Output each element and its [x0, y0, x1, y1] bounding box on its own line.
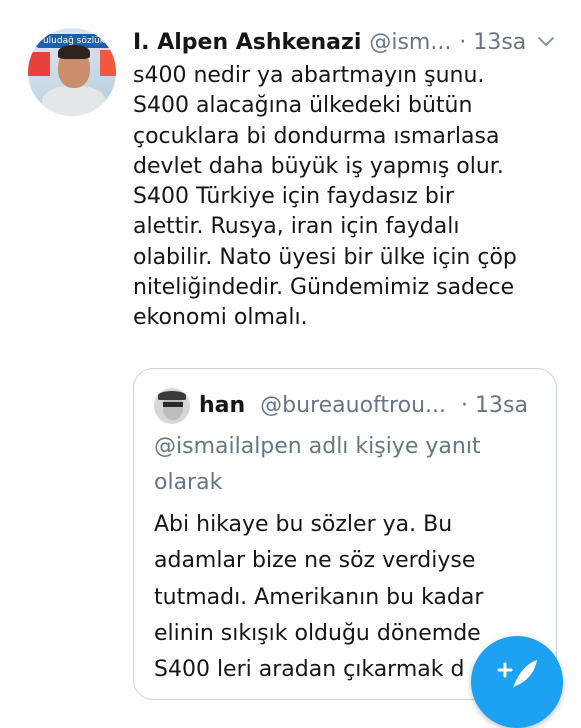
quoted-avatar-hat	[158, 391, 186, 400]
tweet-text-line: S400 Türkiye için faydasız bir	[133, 184, 454, 210]
avatar-shirt	[42, 86, 106, 116]
compose-tweet-icon	[497, 660, 537, 688]
quoted-avatar	[154, 388, 190, 424]
avatar[interactable]: uludağ sözlük	[28, 28, 116, 116]
author-name[interactable]: I. Alpen Ashkenazi	[133, 28, 361, 58]
quoted-tweet-time: · 13sa	[461, 393, 528, 418]
tweet-text-line: S400 alacağına ülkedeki bütün	[133, 93, 473, 119]
avatar-hair	[58, 45, 90, 59]
tweet-time[interactable]: · 13sa	[459, 28, 526, 58]
quoted-avatar-glasses	[163, 402, 183, 407]
tweet-text-line: olabilir. Nato üyesi bir ülke için çöp	[133, 244, 517, 270]
tweet-text-line: ekonomi olmalı.	[133, 305, 308, 331]
replying-to-line: olarak	[154, 470, 223, 495]
avatar-sign-right	[100, 50, 116, 76]
quoted-text-line: Abi hikaye bu sözler ya. Bu	[154, 512, 453, 537]
quoted-text-line: tutmadı. Amerikanın bu kadar	[154, 584, 484, 610]
author-handle[interactable]: @ism...	[369, 28, 451, 58]
tweet-text-line: alettir. Rusya, iran için faydalı	[133, 214, 460, 240]
compose-tweet-button[interactable]	[471, 636, 563, 728]
quoted-author-handle: @bureauoftrou...	[260, 393, 446, 418]
tweet-text: s400 nedir ya abartmayın şunu. S400 alac…	[133, 61, 563, 334]
quoted-text-line: adamlar bize ne söz verdiyse	[154, 548, 476, 574]
quoted-header: han @bureauoftrou... · 13sa	[199, 391, 528, 421]
tweet-text-line: s400 nedir ya abartmayın şunu.	[133, 63, 485, 88]
replying-to: @ismailalpen adlı kişiye yanıt olarak	[154, 429, 534, 501]
tweet-text-line: devlet daha büyük iş yapmış olur.	[133, 153, 504, 179]
tweet-text-line: niteliğindedir. Gündemimiz sadece	[133, 275, 515, 301]
tweet-text-line: çocuklara bi dondurma ısmarlasa	[133, 123, 500, 149]
tweet-header: I. Alpen Ashkenazi @ism... · 13sa	[133, 28, 526, 58]
quoted-author-name: han	[199, 393, 246, 418]
replying-to-line: @ismailalpen adlı kişiye yanıt	[154, 434, 481, 459]
chevron-down-icon[interactable]	[536, 34, 556, 50]
avatar-sign-left	[28, 52, 50, 76]
